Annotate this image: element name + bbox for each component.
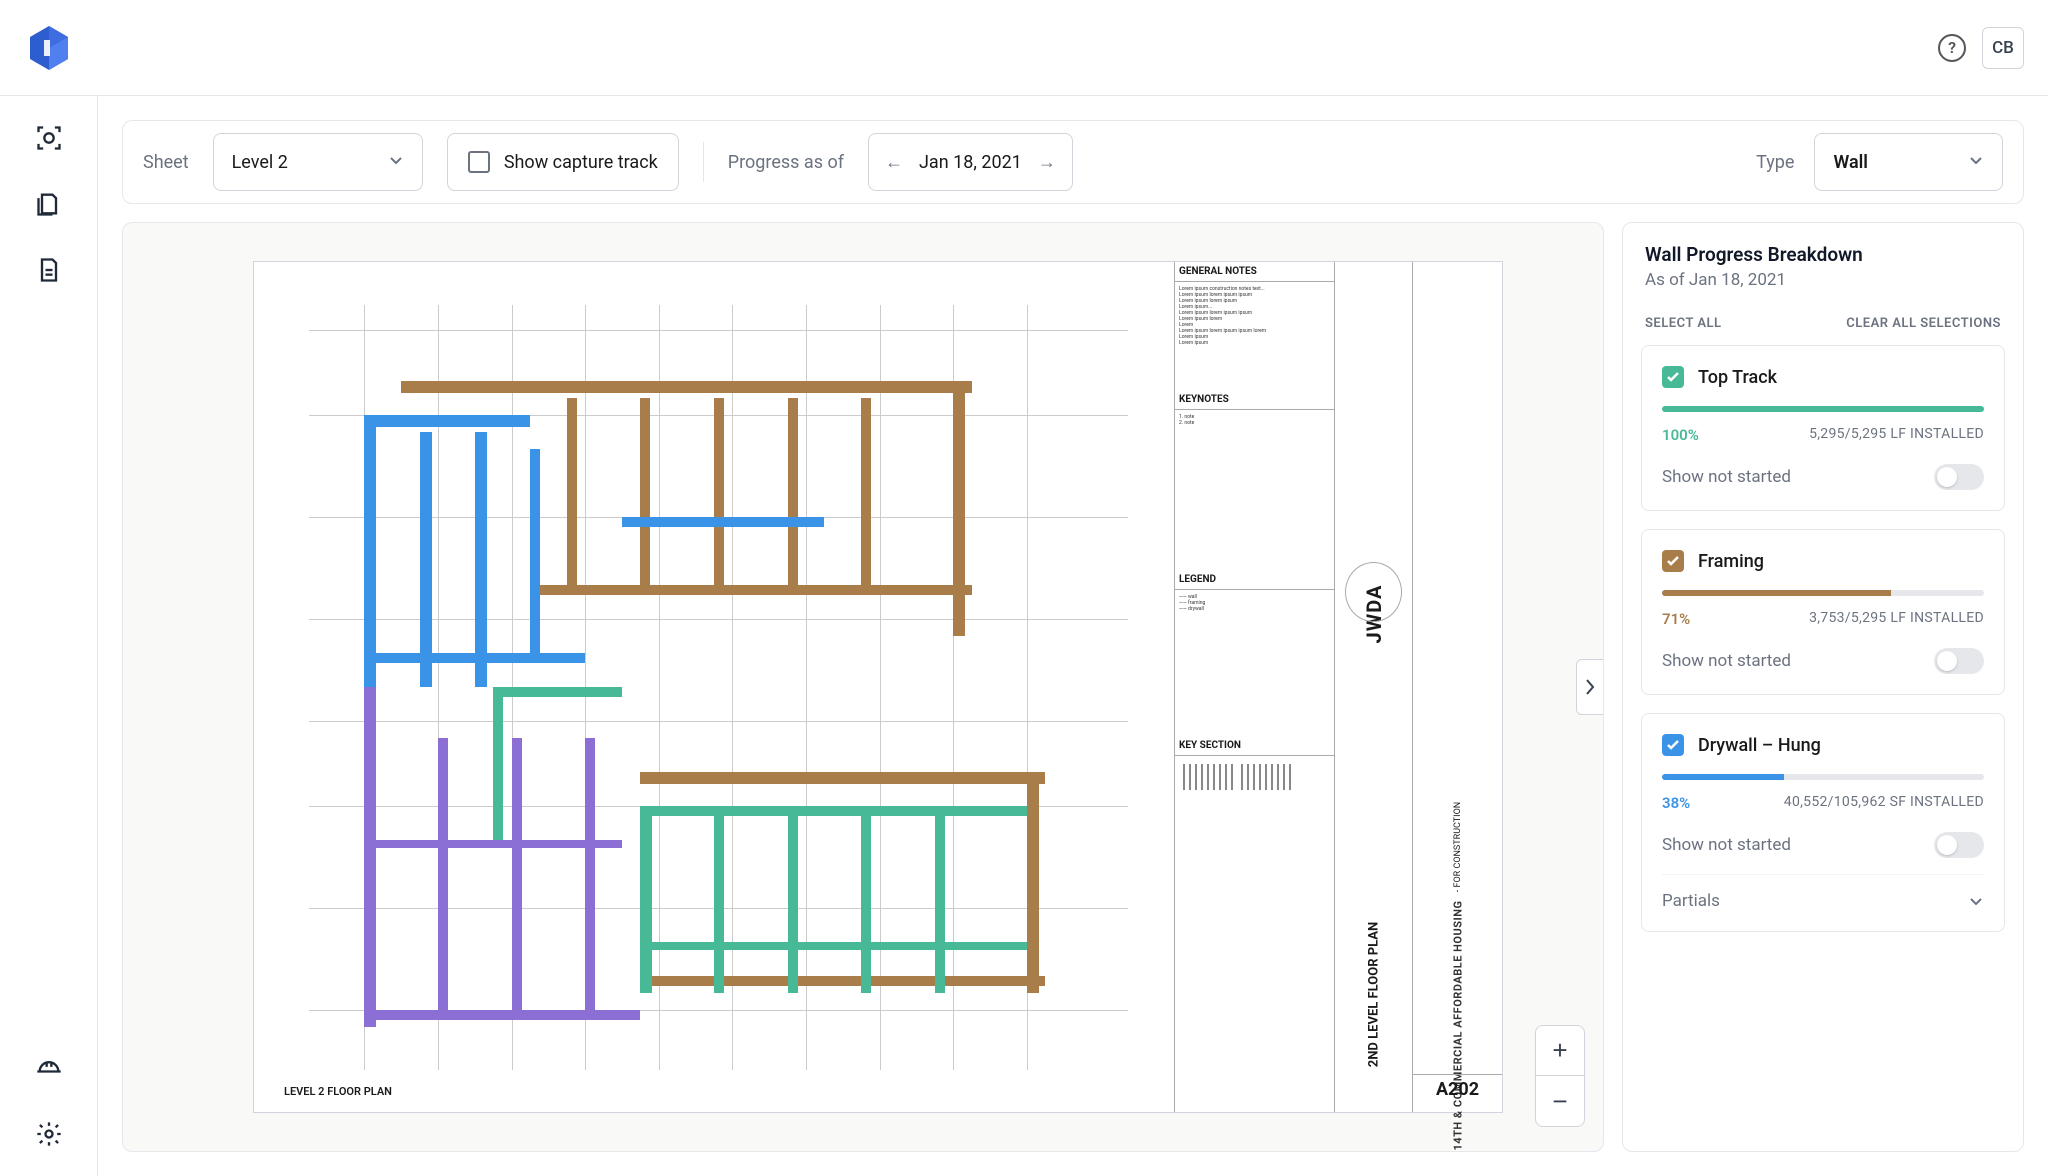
panel-title: Wall Progress Breakdown: [1645, 243, 2001, 266]
type-select[interactable]: Wall: [1814, 133, 2003, 191]
percent-value: 71%: [1662, 610, 1690, 628]
help-icon[interactable]: ?: [1938, 34, 1966, 62]
capture-icon[interactable]: [35, 124, 63, 152]
arrow-left-icon[interactable]: ←: [885, 152, 903, 173]
chevron-down-icon: [1968, 152, 1984, 173]
show-not-started-label: Show not started: [1662, 651, 1791, 671]
percent-value: 100%: [1662, 426, 1699, 444]
panel-subtitle: As of Jan 18, 2021: [1645, 270, 2001, 290]
progress-card: Framing 71% 3,753/5,295 LF INSTALLED Sho…: [1641, 529, 2005, 695]
card-title: Top Track: [1698, 367, 1777, 388]
sheet-number: A202: [1413, 1074, 1502, 1104]
show-not-started-label: Show not started: [1662, 835, 1791, 855]
plan-drawing: LEVEL 2 FLOOR PLAN: [254, 262, 1174, 1112]
arrow-right-icon[interactable]: →: [1038, 152, 1056, 173]
plan-title-label: LEVEL 2 FLOOR PLAN: [284, 1085, 392, 1098]
card-title: Drywall – Hung: [1698, 735, 1821, 756]
app-logo[interactable]: [24, 23, 74, 73]
zoom-control: + −: [1535, 1025, 1585, 1127]
installed-value: 3,753/5,295 LF INSTALLED: [1809, 610, 1984, 628]
show-not-started-toggle[interactable]: [1934, 464, 1984, 490]
user-avatar[interactable]: CB: [1982, 27, 2024, 69]
checkbox-checked-icon[interactable]: [1662, 366, 1684, 388]
hardhat-icon[interactable]: [35, 1054, 63, 1082]
progress-bar: [1662, 590, 1984, 596]
checkbox-empty-icon: [468, 151, 490, 173]
collapse-panel-button[interactable]: [1576, 659, 1604, 715]
sheet-select[interactable]: Level 2: [213, 133, 423, 191]
clear-all-button[interactable]: CLEAR ALL SELECTIONS: [1846, 316, 2001, 331]
toolbar: Sheet Level 2 Show capture track Progres…: [122, 120, 2024, 204]
sheets-icon[interactable]: [35, 190, 63, 218]
partials-expand[interactable]: Partials: [1662, 874, 1984, 911]
reports-icon[interactable]: [35, 256, 63, 284]
show-not-started-toggle[interactable]: [1934, 648, 1984, 674]
settings-icon[interactable]: [35, 1120, 63, 1148]
topbar: ? CB: [0, 0, 2048, 96]
checkbox-checked-icon[interactable]: [1662, 550, 1684, 572]
zoom-in-button[interactable]: +: [1536, 1026, 1584, 1076]
progress-card: Top Track 100% 5,295/5,295 LF INSTALLED …: [1641, 345, 2005, 511]
percent-value: 38%: [1662, 794, 1690, 812]
installed-value: 40,552/105,962 SF INSTALLED: [1784, 794, 1984, 812]
installed-value: 5,295/5,295 LF INSTALLED: [1809, 426, 1984, 444]
type-label: Type: [1756, 152, 1794, 173]
progress-panel: Wall Progress Breakdown As of Jan 18, 20…: [1622, 222, 2024, 1152]
sheet-label: Sheet: [143, 152, 189, 173]
date-picker[interactable]: ← Jan 18, 2021 →: [868, 133, 1073, 191]
progress-card: Drywall – Hung 38% 40,552/105,962 SF INS…: [1641, 713, 2005, 932]
select-all-button[interactable]: SELECT ALL: [1645, 316, 1722, 331]
zoom-out-button[interactable]: −: [1536, 1076, 1584, 1126]
sheet-titleblock: 14TH & COMMERCIAL AFFORDABLE HOUSING - F…: [1412, 262, 1502, 1112]
show-not-started-label: Show not started: [1662, 467, 1791, 487]
progress-bar: [1662, 406, 1984, 412]
chevron-down-icon: [388, 152, 404, 173]
progress-bar: [1662, 774, 1984, 780]
show-capture-track-toggle[interactable]: Show capture track: [447, 133, 679, 191]
side-nav: [0, 96, 98, 1176]
checkbox-checked-icon[interactable]: [1662, 734, 1684, 756]
floor-plan-viewer[interactable]: 14TH & COMMERCIAL AFFORDABLE HOUSING - F…: [122, 222, 1604, 1152]
progress-asof-label: Progress as of: [728, 152, 844, 173]
show-not-started-toggle[interactable]: [1934, 832, 1984, 858]
card-title: Framing: [1698, 551, 1764, 572]
